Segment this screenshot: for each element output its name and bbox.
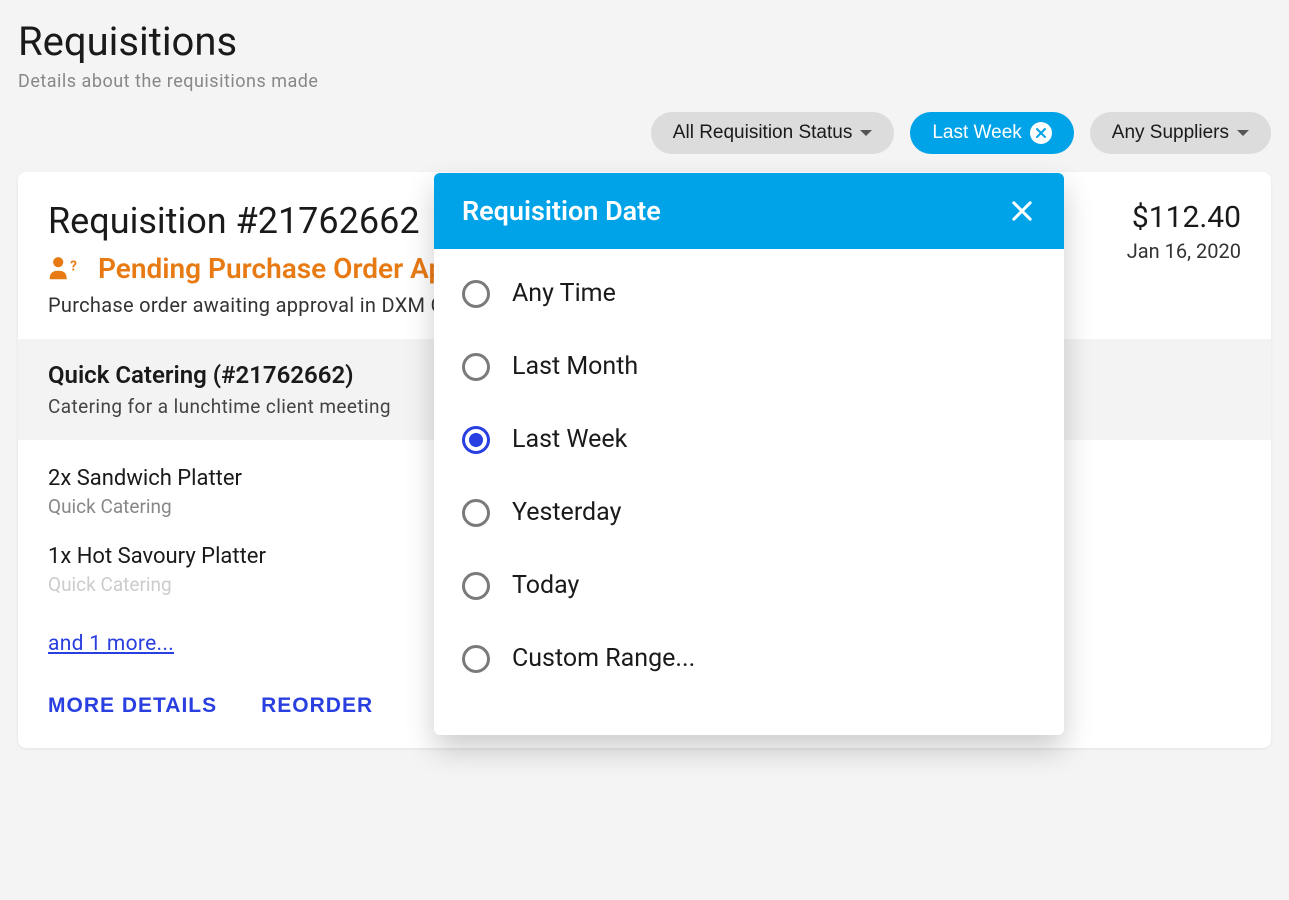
radio-icon [462,645,490,673]
filter-status-label: All Requisition Status [673,122,853,144]
clear-filter-icon[interactable] [1030,122,1052,144]
radio-option-yesterday[interactable]: Yesterday [462,476,1036,549]
radio-option-last-week[interactable]: Last Week [462,403,1036,476]
requisition-date-modal: Requisition Date Any Time Last Month Las… [434,173,1064,735]
radio-icon [462,572,490,600]
filter-status-chip[interactable]: All Requisition Status [651,112,895,154]
caret-down-icon [860,130,872,136]
modal-header: Requisition Date [434,173,1064,249]
filter-supplier-label: Any Suppliers [1112,122,1229,144]
modal-title: Requisition Date [462,195,661,227]
close-icon [1008,197,1036,225]
more-details-button[interactable]: MORE DETAILS [48,694,217,718]
radio-option-today[interactable]: Today [462,549,1036,622]
amount-column: $112.40 Jan 16, 2020 [1127,200,1241,263]
modal-body: Any Time Last Month Last Week Yesterday … [434,249,1064,735]
filter-bar: All Requisition Status Last Week Any Sup… [18,112,1271,154]
radio-option-custom-range[interactable]: Custom Range... [462,622,1036,695]
page-subtitle: Details about the requisitions made [18,71,1271,92]
svg-text:?: ? [70,258,77,274]
radio-icon [462,499,490,527]
radio-icon [462,353,490,381]
radio-icon [462,280,490,308]
amount-date: Jan 16, 2020 [1127,239,1241,263]
radio-option-last-month[interactable]: Last Month [462,330,1036,403]
radio-icon [462,426,490,454]
filter-date-label: Last Week [932,122,1021,144]
radio-label: Any Time [512,279,616,308]
radio-label: Custom Range... [512,644,695,673]
radio-label: Last Week [512,425,627,454]
pending-approval-icon: ? [48,255,82,283]
radio-label: Yesterday [512,498,621,527]
page-title: Requisitions [18,18,1271,65]
filter-date-chip[interactable]: Last Week [910,112,1073,154]
reorder-button[interactable]: REORDER [261,694,373,718]
close-button[interactable] [1008,197,1036,225]
filter-supplier-chip[interactable]: Any Suppliers [1090,112,1271,154]
radio-option-any-time[interactable]: Any Time [462,279,1036,330]
amount-value: $112.40 [1127,200,1241,235]
caret-down-icon [1237,130,1249,136]
radio-label: Today [512,571,579,600]
more-items-link[interactable]: and 1 more... [48,632,174,656]
radio-label: Last Month [512,352,638,381]
